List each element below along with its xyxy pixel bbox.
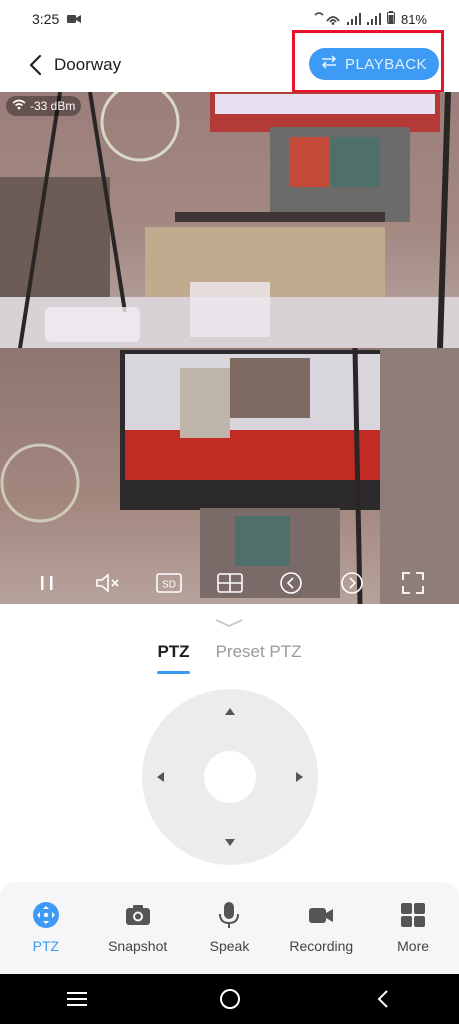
live-video-feed[interactable]: -33 dBm SD (0, 92, 459, 604)
battery-icon (386, 11, 395, 27)
back-icon (377, 990, 388, 1008)
swap-icon (321, 55, 337, 73)
function-tab-snapshot[interactable]: Snapshot (98, 900, 178, 954)
signal-strength-badge: -33 dBm (6, 96, 82, 116)
signal-strength-text: -33 dBm (30, 99, 76, 113)
chevron-down-icon (215, 619, 243, 627)
wifi-call-icon (313, 11, 341, 28)
function-tab-label: Snapshot (108, 938, 168, 954)
video-controls-bar: SD (0, 562, 459, 604)
pan-right-icon[interactable] (296, 772, 303, 782)
next-button[interactable] (338, 569, 366, 597)
function-tab-label: Recording (289, 938, 354, 954)
video-record-icon (309, 908, 334, 923)
system-back-button[interactable] (368, 984, 398, 1014)
status-left: 3:25 (32, 11, 82, 27)
playback-button[interactable]: PLAYBACK (309, 48, 439, 80)
mute-icon (95, 573, 119, 593)
home-button[interactable] (215, 984, 245, 1014)
previous-icon (279, 572, 302, 594)
next-icon (340, 572, 363, 594)
battery-percent: 81% (400, 11, 427, 27)
function-tab-more[interactable]: More (373, 900, 453, 954)
playback-label: PLAYBACK (344, 55, 428, 73)
previous-button[interactable] (277, 569, 305, 597)
function-tab-label: Speak (209, 938, 250, 954)
camera-view-top (0, 92, 459, 349)
svg-text:SD: SD (162, 580, 176, 591)
function-tab-recording[interactable]: Recording (281, 900, 361, 954)
system-nav-bar (0, 974, 459, 1024)
pause-icon (40, 576, 52, 590)
wifi-icon (12, 99, 26, 113)
fullscreen-button[interactable] (399, 569, 427, 597)
recent-apps-button[interactable] (62, 984, 92, 1014)
pan-down-icon[interactable] (225, 839, 235, 846)
home-icon (219, 989, 240, 1009)
playback-highlight: PLAYBACK (292, 30, 444, 93)
signal-icon-sim1 (346, 13, 361, 25)
sd-quality-icon: SD (155, 573, 182, 593)
pan-up-icon[interactable] (225, 708, 235, 715)
video-notification-icon (67, 11, 82, 27)
ptz-tab-bar: PTZ Preset PTZ (0, 642, 459, 674)
function-tab-label: PTZ (32, 938, 60, 954)
fullscreen-icon (401, 572, 424, 594)
mute-button[interactable] (94, 569, 122, 597)
split-view-button[interactable] (216, 569, 244, 597)
tab-preset-ptz[interactable]: Preset PTZ (216, 642, 302, 672)
status-time: 3:25 (32, 11, 60, 27)
menu-icon (66, 992, 87, 1006)
tab-ptz[interactable]: PTZ (157, 642, 190, 674)
pause-button[interactable] (33, 569, 61, 597)
grid-icon (401, 903, 426, 927)
back-button[interactable] (22, 52, 50, 78)
status-right: 81% (313, 11, 427, 28)
page-title: Doorway (54, 55, 122, 74)
move-icon (32, 902, 59, 928)
function-tab-bar: PTZ Snapshot Speak Recording More (0, 882, 459, 974)
pan-left-icon[interactable] (157, 772, 164, 782)
signal-icon-sim2 (366, 13, 381, 25)
microphone-icon (219, 902, 240, 928)
joystick-center[interactable] (204, 751, 256, 803)
quality-button[interactable]: SD (155, 569, 183, 597)
function-tab-ptz[interactable]: PTZ (6, 900, 86, 954)
function-tab-label: More (397, 938, 430, 954)
camera-icon (125, 905, 150, 925)
split-view-icon (216, 573, 243, 593)
collapse-handle[interactable] (214, 614, 244, 627)
function-tab-speak[interactable]: Speak (189, 900, 269, 954)
ptz-joystick[interactable] (142, 689, 318, 865)
